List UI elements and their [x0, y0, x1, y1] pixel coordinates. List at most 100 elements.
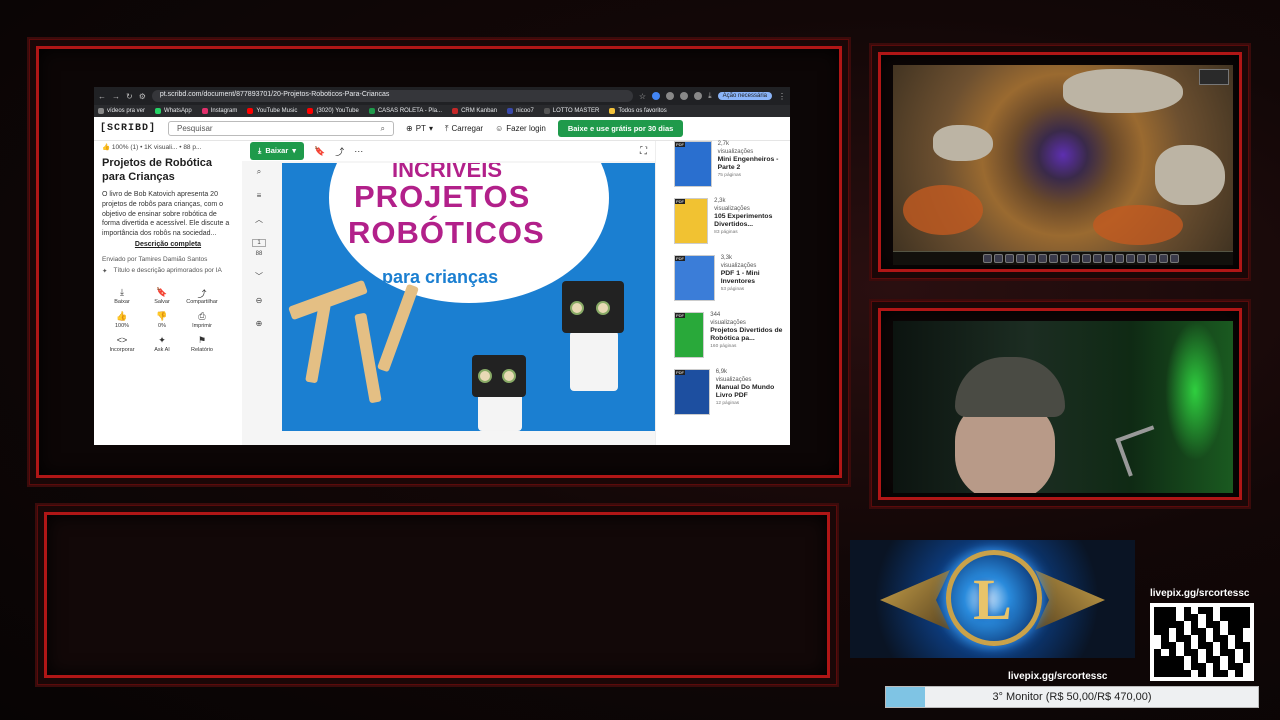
- upload-label: Carregar: [451, 124, 484, 133]
- page-number-input[interactable]: 1: [252, 239, 266, 247]
- qr-module: [1242, 621, 1250, 628]
- action-needed-button[interactable]: Ação necessária: [717, 92, 772, 100]
- toc-icon[interactable]: ≡: [257, 191, 262, 200]
- address-bar[interactable]: pt.scribd.com/document/877893701/20-Proj…: [151, 90, 633, 102]
- recommendation-item[interactable]: PDF 344 visualizações Projetos Divertidos d…: [674, 312, 790, 369]
- ability-slot-icon: [1016, 254, 1025, 263]
- qr-module: [1205, 628, 1214, 635]
- bookmark-label: Todos os favoritos: [618, 108, 667, 114]
- recommendation-title[interactable]: Projetos Divertidos de Robótica pa...: [710, 327, 790, 343]
- extension-icon[interactable]: [666, 92, 675, 100]
- recommendation-item[interactable]: PDF 2,3k visualizações 105 Experimentos Div…: [674, 198, 790, 255]
- recommendation-thumbnail[interactable]: PDF: [674, 255, 715, 301]
- livepix-link-bottom: livepix.gg/srcortessc: [1008, 671, 1108, 682]
- qr-module: [1242, 635, 1250, 642]
- extension-icon[interactable]: [652, 92, 661, 100]
- game-capture-frame: [869, 43, 1251, 281]
- search-input[interactable]: Pesquisar ⌕: [168, 121, 395, 136]
- extension-icon[interactable]: [680, 92, 689, 100]
- search-icon[interactable]: ⌕: [257, 167, 261, 177]
- qr-module: [1213, 649, 1221, 656]
- ask-ai-action[interactable]: ✦ Ask AI: [142, 335, 182, 353]
- goal-label: 3° Monitor (R$ 50,00/R$ 470,00): [992, 691, 1152, 703]
- qr-module: [1235, 670, 1243, 677]
- dislike-action[interactable]: 👎 0%: [142, 311, 182, 329]
- extension-icon[interactable]: [694, 92, 703, 100]
- recommendation-item[interactable]: PDF 6,9k visualizações Manual Do Mundo Livr…: [674, 369, 790, 426]
- like-action[interactable]: 👍 100%: [102, 311, 142, 329]
- menu-icon[interactable]: ⋮: [778, 92, 786, 101]
- bookmark-item[interactable]: vídeos pra ver: [98, 108, 145, 114]
- ability-slot-icon: [983, 254, 992, 263]
- forward-icon[interactable]: →: [112, 92, 120, 101]
- more-icon[interactable]: ⋯: [354, 146, 363, 157]
- recommendation-item[interactable]: PDF 3,3k visualizações PDF 1 - Mini Invento…: [674, 255, 790, 312]
- chevron-down-icon[interactable]: ﹀: [255, 271, 263, 282]
- qr-module: [1242, 670, 1250, 677]
- bookmark-star-icon[interactable]: ☆: [639, 92, 646, 101]
- back-icon[interactable]: ←: [98, 92, 106, 101]
- qr-module: [1205, 614, 1214, 621]
- chevron-down-icon[interactable]: ▾: [292, 146, 296, 156]
- recommendation-pages: 83 páginas: [714, 230, 738, 235]
- bookmark-item[interactable]: (3020) YouTube: [307, 108, 359, 114]
- share-icon[interactable]: ⤴: [335, 145, 344, 158]
- upload-link[interactable]: ⤒ Carregar: [445, 124, 483, 134]
- site-info-icon[interactable]: ⚙: [139, 92, 146, 101]
- qr-module: [1154, 635, 1162, 642]
- qr-module: [1227, 607, 1236, 614]
- chevron-up-icon[interactable]: ︿: [255, 214, 263, 225]
- qr-module: [1190, 621, 1199, 628]
- bookmark-item[interactable]: LOTTO MASTER: [543, 108, 599, 114]
- login-link[interactable]: ☺ Fazer login: [495, 124, 546, 133]
- ability-slot-icon: [1126, 254, 1135, 263]
- ability-slot-icon: [1104, 254, 1113, 263]
- bookmark-item[interactable]: Todos os favoritos: [609, 108, 667, 114]
- bookmark-item[interactable]: WhatsApp: [155, 108, 192, 114]
- recommendation-title[interactable]: PDF 1 - Mini Inventores: [721, 270, 790, 286]
- free-trial-button[interactable]: Baixe e use grátis por 30 dias: [557, 120, 684, 137]
- bookmark-item[interactable]: CASAS ROLETA - Pla...: [368, 108, 442, 114]
- download-button[interactable]: ⤓ Baixar ▾: [250, 142, 305, 160]
- bookmark-label: WhatsApp: [164, 108, 192, 114]
- recommendation-title[interactable]: Mini Engenheiros - Parte 2: [718, 156, 790, 172]
- qr-module: [1198, 635, 1206, 642]
- qr-module: [1154, 670, 1162, 677]
- recommendation-thumbnail[interactable]: PDF: [674, 369, 710, 415]
- search-icon[interactable]: ⌕: [381, 124, 385, 134]
- download-icon[interactable]: ⤓: [708, 91, 712, 101]
- zoom-out-icon[interactable]: ⊖: [256, 296, 263, 305]
- embed-action[interactable]: <> Incorporar: [102, 335, 142, 353]
- embed-icon: <>: [116, 334, 128, 345]
- bookmark-icon[interactable]: 🔖: [314, 146, 325, 157]
- recommendation-thumbnail[interactable]: PDF: [674, 312, 705, 358]
- cover-title-line2: PROJETOS: [354, 179, 531, 214]
- fullscreen-icon[interactable]: ⛶: [640, 146, 647, 157]
- save-action[interactable]: 🔖 Salvar: [142, 287, 182, 305]
- share-action[interactable]: ⤴ Compartilhar: [182, 287, 222, 305]
- bookmark-item[interactable]: CRM Kanban: [452, 108, 497, 114]
- recommendation-info: 6,9k visualizações Manual Do Mundo Livro P…: [716, 369, 790, 426]
- download-action[interactable]: ⤓ Baixar: [102, 287, 142, 305]
- qr-module: [1213, 628, 1221, 635]
- zoom-in-icon[interactable]: ⊕: [256, 319, 263, 328]
- bookmark-item[interactable]: Instagram: [201, 108, 237, 114]
- recommendation-title[interactable]: 105 Experimentos Divertidos...: [714, 213, 790, 229]
- recommendation-title[interactable]: Manual Do Mundo Livro PDF: [716, 384, 790, 400]
- bookmark-item[interactable]: nicoo7: [507, 108, 534, 114]
- qr-module: [1235, 642, 1243, 649]
- bookmark-item[interactable]: YouTube Music: [247, 108, 297, 114]
- bookmark-icon: [609, 108, 616, 114]
- emblem-letter: L: [973, 567, 1012, 632]
- minimap: [1199, 69, 1229, 85]
- white-robot-body: [478, 393, 522, 431]
- report-action[interactable]: ⚑ Relatório: [182, 335, 222, 353]
- scribd-logo[interactable]: [SCRIBD]: [100, 123, 156, 134]
- recommendation-thumbnail[interactable]: PDF: [674, 141, 712, 187]
- recommendation-thumbnail[interactable]: PDF: [674, 198, 709, 244]
- reload-icon[interactable]: ↻: [126, 92, 133, 101]
- full-description-link[interactable]: Descrição completa: [102, 241, 234, 248]
- language-selector[interactable]: ⊕ PT ▾: [406, 124, 433, 133]
- recommendation-item[interactable]: PDF 2,7k visualizações Mini Engenheiros - P…: [674, 141, 790, 198]
- print-action[interactable]: ⎙ Imprimir: [182, 311, 222, 329]
